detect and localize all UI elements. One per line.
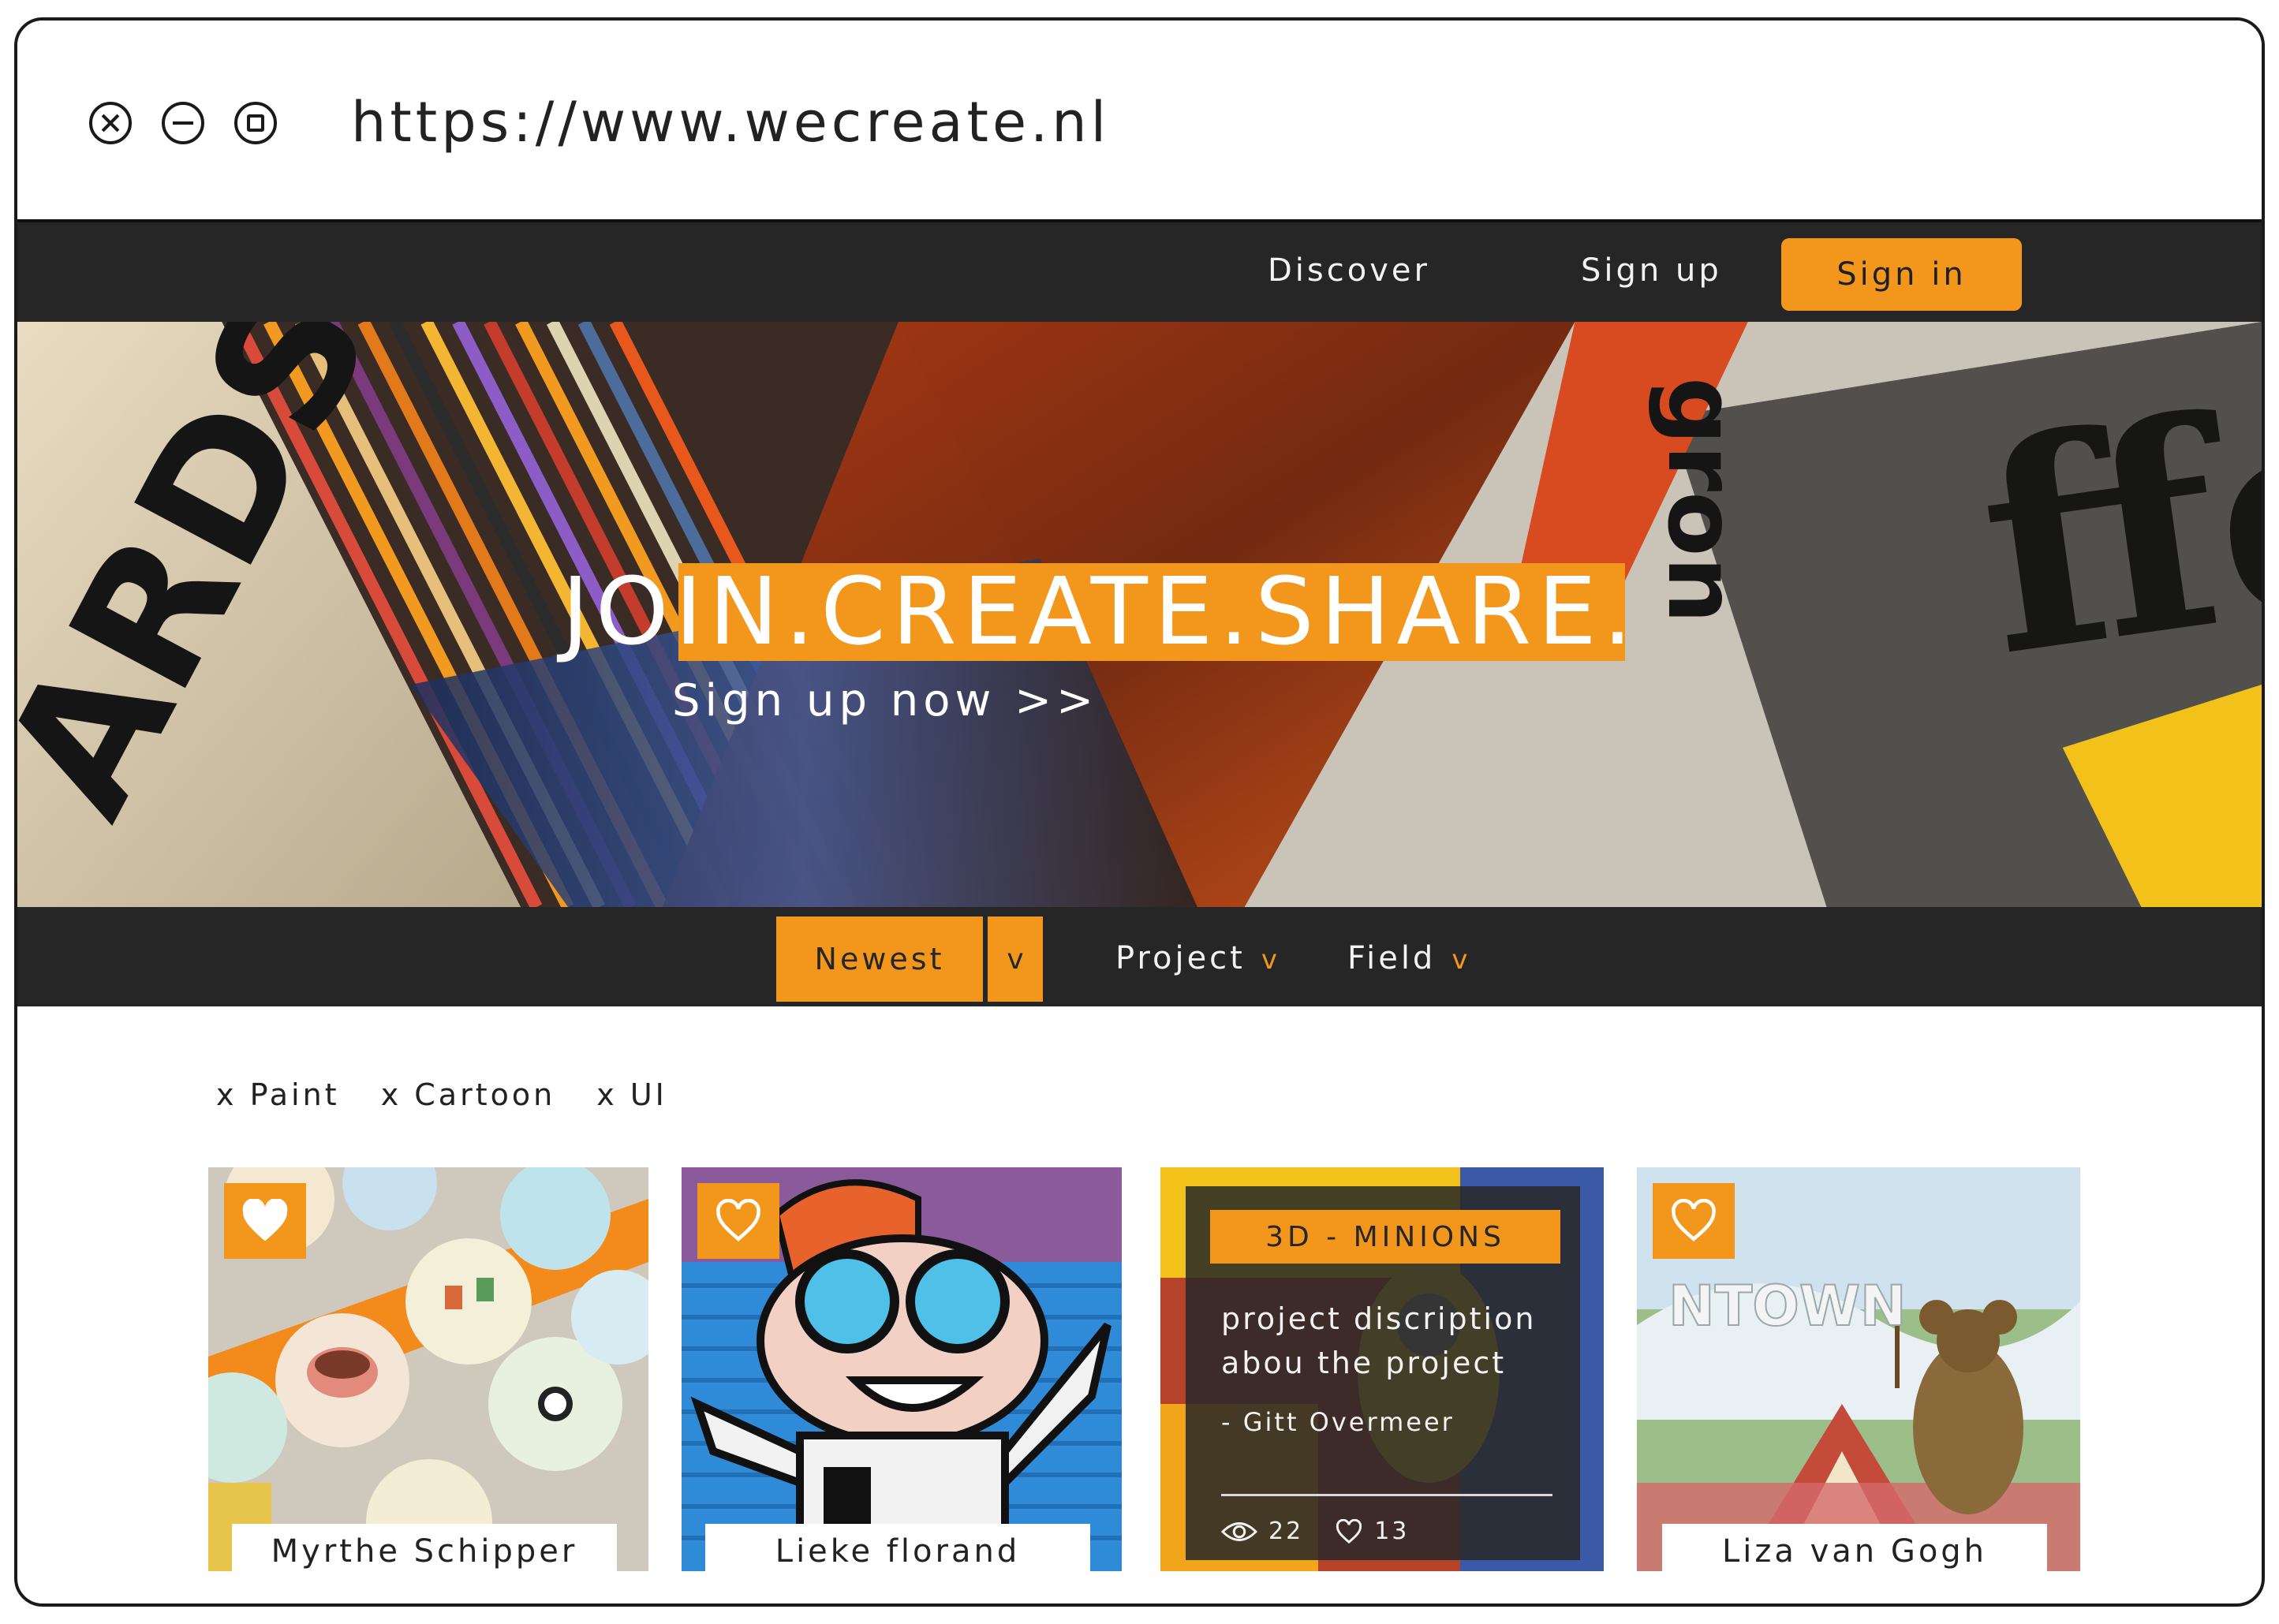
svg-text:ffe: ffe — [1963, 331, 2262, 719]
chevron-down-icon: v — [1007, 943, 1024, 976]
maximize-window-button[interactable] — [234, 102, 277, 144]
sort-dropdown[interactable]: Newest — [776, 917, 983, 1002]
views-count: 22 — [1268, 1518, 1304, 1545]
close-window-button[interactable] — [89, 102, 132, 144]
project-details-overlay: 3D - MINIONS project discription abou th… — [1186, 1186, 1580, 1560]
project-card-featured[interactable]: 3D - MINIONS project discription abou th… — [1160, 1167, 1604, 1571]
nav-discover-link[interactable]: Discover — [1268, 252, 1430, 289]
sort-dropdown-toggle[interactable]: v — [988, 917, 1043, 1002]
field-filter-label: Field — [1347, 940, 1437, 976]
project-author: - Gitt Overmeer — [1221, 1407, 1455, 1437]
filter-bar: Newest v Project v Field v — [17, 907, 2262, 1006]
top-navigation: Discover Sign up Sign in — [17, 219, 2262, 322]
project-description: project discription abou the project — [1221, 1301, 1537, 1380]
project-stats: 22 13 — [1221, 1518, 1440, 1545]
svg-text:NTOWN: NTOWN — [1668, 1274, 1907, 1338]
address-bar[interactable]: https://www.wecreate.nl — [351, 90, 1110, 155]
svg-text:gron: gron — [1646, 377, 1756, 624]
divider — [1221, 1494, 1552, 1496]
project-card[interactable]: NTOWN Liza van Gogh — [1637, 1167, 2080, 1571]
likes-stat: 13 — [1335, 1518, 1409, 1545]
favorite-button[interactable] — [697, 1183, 779, 1259]
close-icon — [101, 114, 120, 133]
project-card[interactable]: Lieke florand — [682, 1167, 1122, 1571]
nav-sign-up-link[interactable]: Sign up — [1581, 252, 1722, 289]
chevron-down-icon: v — [1451, 944, 1471, 976]
minimize-window-button[interactable] — [162, 102, 204, 144]
favorite-button[interactable] — [1653, 1183, 1735, 1259]
hero-title: JOIN.CREATE.SHARE. — [562, 557, 1639, 666]
heart-outline-icon — [1336, 1518, 1362, 1544]
likes-count: 13 — [1374, 1518, 1410, 1545]
favorite-button[interactable] — [224, 1183, 306, 1259]
views-stat: 22 — [1221, 1518, 1303, 1545]
hero-sign-up-link[interactable]: Sign up now >> — [672, 675, 1098, 726]
hero-banner: ARDS gron ffe JOIN.CREATE.SHARE. Sign up… — [17, 322, 2262, 907]
project-filter-label: Project — [1115, 940, 1246, 976]
heart-outline-icon — [1672, 1199, 1716, 1241]
eye-icon — [1221, 1521, 1257, 1541]
active-tags: x Paint x Cartoon x UI — [216, 1077, 696, 1112]
project-filter-dropdown[interactable]: Project v — [1115, 940, 1280, 976]
project-card[interactable]: Myrthe Schipper — [208, 1167, 648, 1571]
heart-icon — [242, 1199, 288, 1241]
heart-outline-icon — [716, 1199, 760, 1241]
tag-cartoon[interactable]: x Cartoon — [381, 1077, 556, 1112]
sign-in-button[interactable]: Sign in — [1781, 238, 2022, 311]
chevron-down-icon: v — [1261, 944, 1280, 976]
title-bar: https://www.wecreate.nl — [17, 21, 2262, 219]
card-author-name: Myrthe Schipper — [232, 1524, 617, 1571]
maximize-icon — [247, 114, 264, 132]
card-author-name: Lieke florand — [705, 1524, 1090, 1571]
field-filter-dropdown[interactable]: Field v — [1347, 940, 1470, 976]
card-author-name: Liza van Gogh — [1662, 1524, 2047, 1571]
tag-ui[interactable]: x UI — [596, 1077, 667, 1112]
tag-paint[interactable]: x Paint — [216, 1077, 340, 1112]
minimize-icon — [173, 121, 193, 125]
project-title: 3D - MINIONS — [1210, 1210, 1560, 1264]
browser-window: https://www.wecreate.nl Discover Sign up… — [14, 17, 2265, 1607]
